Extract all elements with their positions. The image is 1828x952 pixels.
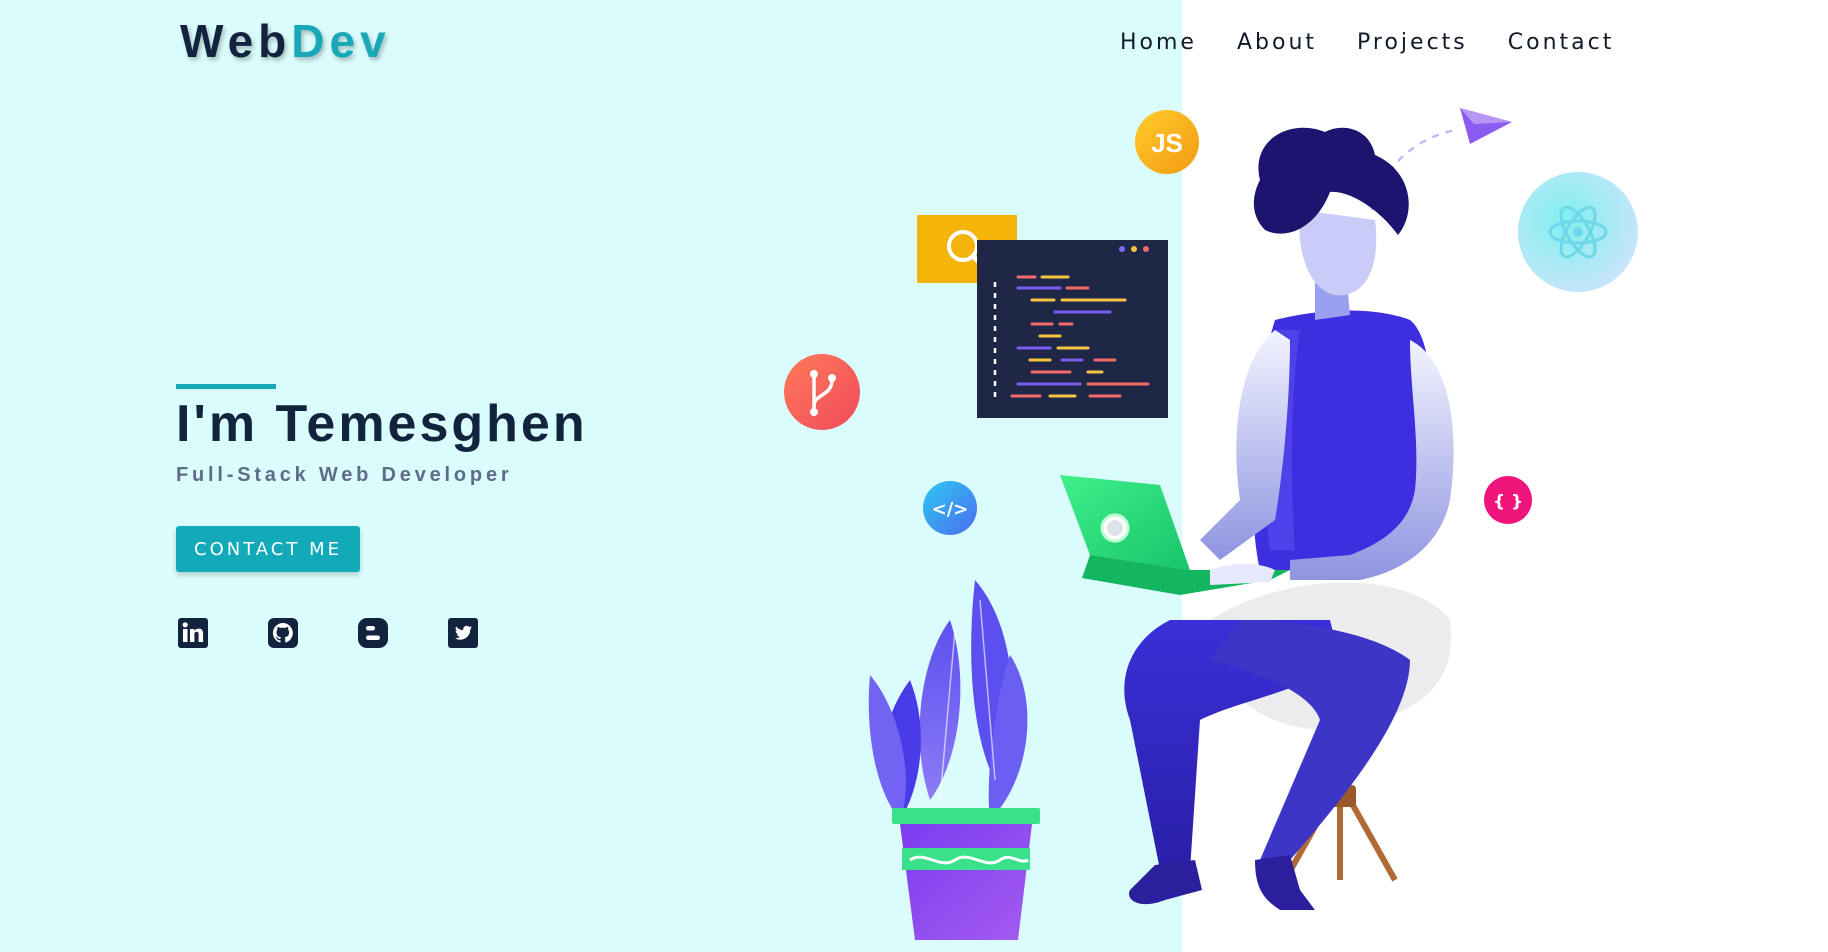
- react-badge-icon: [1518, 172, 1638, 292]
- heading-accent-bar: [176, 384, 276, 389]
- svg-text:JS: JS: [1151, 128, 1183, 158]
- javascript-badge-icon: JS: [1135, 110, 1199, 174]
- twitter-icon[interactable]: [446, 616, 480, 650]
- svg-text:{ }: { }: [1493, 492, 1523, 512]
- git-branch-badge-icon: [784, 354, 860, 430]
- developer-person: [1124, 127, 1454, 910]
- braces-badge-icon: { }: [1484, 476, 1532, 524]
- linkedin-icon[interactable]: [176, 616, 210, 650]
- nav-link-projects[interactable]: Projects: [1357, 30, 1468, 55]
- developer-illustration: JS </> {}: [784, 108, 1638, 940]
- hand: [1210, 564, 1275, 585]
- hero-title: I'm Temesghen: [176, 395, 588, 453]
- contact-me-button[interactable]: CONTACT ME: [176, 526, 360, 572]
- nav-link-about[interactable]: About: [1237, 30, 1317, 55]
- nav-link-contact[interactable]: Contact: [1508, 30, 1615, 55]
- logo-part-dev: Dev: [291, 15, 391, 67]
- code-badge-icon: </>: [923, 481, 977, 535]
- github-icon[interactable]: [266, 616, 300, 650]
- svg-text:</>: </>: [932, 499, 969, 520]
- logo-part-web: Web: [180, 15, 292, 67]
- code-editor-window: [977, 240, 1168, 418]
- nav-link-home[interactable]: Home: [1120, 30, 1197, 55]
- hero-subtitle: Full-Stack Web Developer: [176, 464, 513, 486]
- social-links: [176, 616, 480, 650]
- site-logo[interactable]: WebDev: [180, 14, 391, 68]
- blogger-icon[interactable]: [356, 616, 390, 650]
- main-nav: Home About Projects Contact: [1120, 30, 1614, 55]
- plant-illustration: [868, 580, 1040, 940]
